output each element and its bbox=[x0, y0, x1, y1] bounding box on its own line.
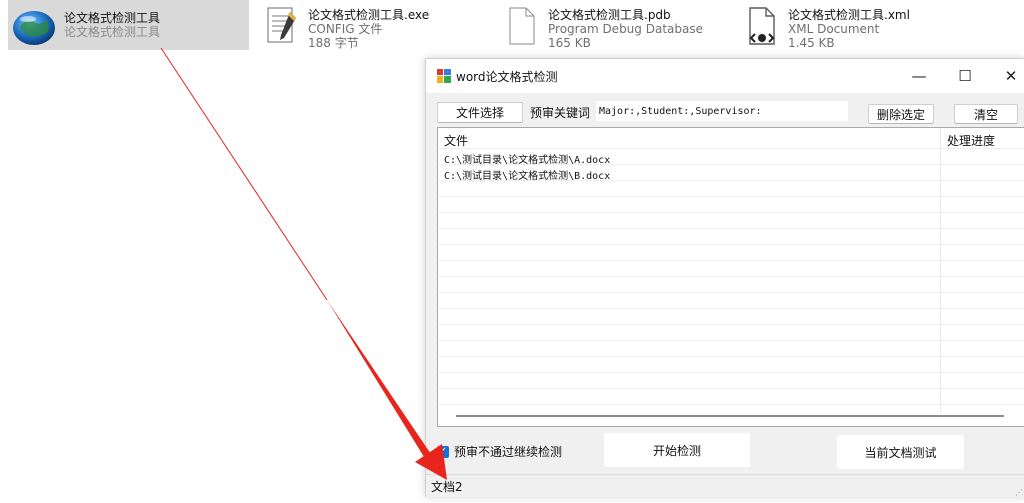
grid-line bbox=[438, 244, 1024, 245]
xml-document-icon bbox=[749, 7, 775, 45]
file-tile-pdb[interactable]: 论文格式检测工具.pdb Program Debug Database 165 … bbox=[496, 0, 726, 50]
column-header-progress[interactable]: 处理进度 bbox=[947, 132, 995, 149]
minimize-button[interactable]: — bbox=[896, 59, 942, 93]
list-item[interactable]: C:\测试目录\论文格式检测\A.docx bbox=[444, 151, 610, 166]
blank-document-icon bbox=[509, 7, 535, 45]
list-item[interactable]: C:\测试目录\论文格式检测\B.docx bbox=[444, 167, 610, 182]
status-text: 文档2 bbox=[431, 480, 463, 494]
status-bar: 文档2 ⋰ bbox=[426, 474, 1024, 497]
column-header-file[interactable]: 文件 bbox=[444, 132, 468, 149]
grid-line bbox=[438, 388, 1024, 389]
checkbox-label: 预审不通过继续检测 bbox=[454, 445, 563, 459]
grid-line bbox=[438, 404, 1024, 405]
grid-line bbox=[438, 228, 1024, 229]
file-name: 论文格式检测工具.pdb bbox=[548, 8, 671, 22]
file-select-button[interactable]: 文件选择 bbox=[437, 102, 523, 123]
keyword-label: 预审关键词 bbox=[530, 106, 591, 120]
grid-line bbox=[438, 292, 1024, 293]
maximize-button[interactable]: ☐ bbox=[942, 59, 988, 93]
file-name: 论文格式检测工具.exe bbox=[308, 8, 430, 22]
file-size: 165 KB bbox=[548, 36, 591, 50]
file-tile-xml[interactable]: 论文格式检测工具.xml XML Document 1.45 KB bbox=[736, 0, 966, 50]
clear-button[interactable]: 清空 bbox=[954, 104, 1018, 124]
file-tile-exe-config[interactable]: 论文格式检测工具.exe CONFIG 文件 188 字节 bbox=[256, 0, 486, 50]
config-file-icon bbox=[267, 7, 296, 43]
current-document-test-button[interactable]: 当前文档测试 bbox=[837, 435, 964, 469]
app-window: word论文格式检测 — ☐ ✕ 文件选择 预审关键词 删除选定 清空 文件 处… bbox=[425, 58, 1024, 497]
title-bar[interactable]: word论文格式检测 — ☐ ✕ bbox=[426, 59, 1024, 93]
grid-line bbox=[438, 212, 1024, 213]
file-size: 188 字节 bbox=[308, 36, 359, 50]
grid-line bbox=[438, 196, 1024, 197]
resize-grip-icon[interactable]: ⋰ bbox=[1015, 488, 1023, 497]
grid-line bbox=[438, 276, 1024, 277]
file-type: Program Debug Database bbox=[548, 22, 703, 36]
horizontal-scrollbar[interactable] bbox=[456, 415, 1004, 417]
globe-app-icon bbox=[13, 11, 55, 45]
grid-line bbox=[438, 324, 1024, 325]
continue-on-fail-checkbox[interactable]: ✓ 预审不通过继续检测 bbox=[437, 443, 562, 460]
grid-line bbox=[438, 148, 1024, 149]
file-type: XML Document bbox=[788, 22, 880, 36]
file-name: 论文格式检测工具 bbox=[64, 11, 161, 25]
grid-line bbox=[438, 308, 1024, 309]
grid-line bbox=[438, 340, 1024, 341]
start-check-button[interactable]: 开始检测 bbox=[604, 433, 750, 467]
window-title: word论文格式检测 bbox=[456, 70, 558, 84]
file-type: CONFIG 文件 bbox=[308, 22, 383, 36]
grid-line bbox=[438, 372, 1024, 373]
column-separator bbox=[940, 128, 941, 413]
grid-line bbox=[438, 356, 1024, 357]
file-description: 论文格式检测工具 bbox=[64, 25, 161, 39]
checkmark-icon[interactable]: ✓ bbox=[437, 445, 449, 458]
delete-selected-button[interactable]: 删除选定 bbox=[868, 104, 934, 124]
file-size: 1.45 KB bbox=[788, 36, 835, 50]
app-window-icon bbox=[437, 69, 451, 83]
close-button[interactable]: ✕ bbox=[988, 59, 1024, 93]
file-name: 论文格式检测工具.xml bbox=[788, 8, 910, 22]
file-tile-app[interactable]: 论文格式检测工具 论文格式检测工具 bbox=[8, 0, 249, 50]
file-list[interactable]: 文件 处理进度 C:\测试目录\论文格式检测\A.docx C:\测试目录\论文… bbox=[437, 127, 1024, 427]
keyword-input[interactable] bbox=[596, 101, 848, 121]
grid-line bbox=[438, 260, 1024, 261]
